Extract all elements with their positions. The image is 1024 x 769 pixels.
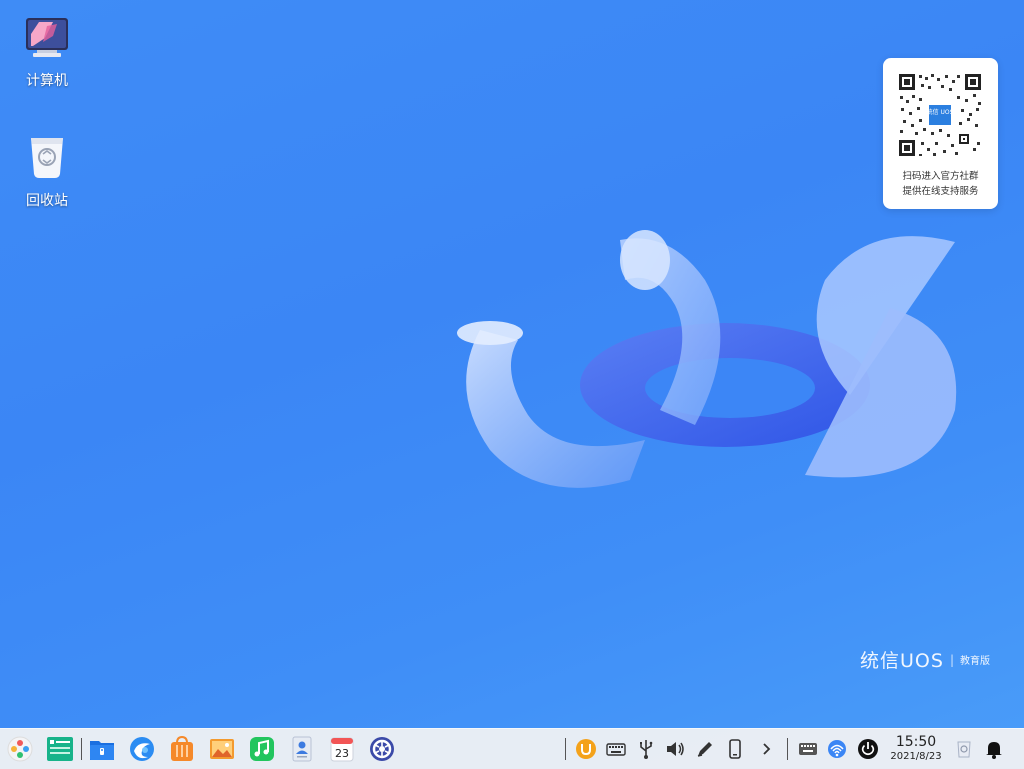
taskbar-divider bbox=[81, 738, 82, 760]
qr-code-card: 统信 UOS 扫码进入官方社群 提供在线支持服务 bbox=[883, 58, 998, 209]
taskbar-divider bbox=[565, 738, 566, 760]
music-icon bbox=[250, 737, 274, 761]
keyboard-icon bbox=[606, 743, 626, 756]
network-icon bbox=[828, 740, 846, 758]
image-viewer-icon bbox=[210, 739, 234, 759]
music-button[interactable] bbox=[247, 734, 277, 764]
usb-icon bbox=[640, 740, 653, 759]
expand-tray-button[interactable] bbox=[754, 737, 778, 761]
network-button[interactable] bbox=[825, 737, 849, 761]
app-store-button[interactable] bbox=[167, 734, 197, 764]
calendar-day: 23 bbox=[335, 747, 349, 760]
file-manager-icon bbox=[90, 741, 114, 760]
contacts-icon bbox=[292, 736, 312, 762]
phone-icon bbox=[729, 739, 741, 759]
taskbar-divider bbox=[787, 738, 788, 760]
power-icon bbox=[858, 739, 878, 759]
multitasking-icon bbox=[47, 737, 73, 761]
browser-icon bbox=[130, 737, 154, 761]
desktop-icon-label: 计算机 bbox=[26, 73, 68, 89]
calendar-icon: 23 bbox=[330, 737, 354, 762]
multitasking-button[interactable] bbox=[45, 734, 75, 764]
onscreen-keyboard-icon bbox=[799, 743, 817, 755]
qr-caption-line1: 扫码进入官方社群 bbox=[902, 171, 979, 182]
onscreen-keyboard-button[interactable] bbox=[796, 737, 820, 761]
trash-icon bbox=[23, 136, 71, 184]
volume-icon bbox=[667, 742, 684, 756]
browser-button[interactable] bbox=[127, 734, 157, 764]
brand-separator: | bbox=[949, 652, 954, 667]
trash-icon bbox=[957, 741, 971, 758]
clock-time: 15:50 bbox=[895, 734, 937, 750]
file-manager-button[interactable] bbox=[87, 734, 117, 764]
clock-date: 2021/8/23 bbox=[890, 751, 942, 762]
pen-button[interactable] bbox=[693, 737, 717, 761]
keyboard-layout-button[interactable] bbox=[604, 737, 628, 761]
desktop-icon-computer[interactable]: 计算机 bbox=[1, 16, 93, 90]
wallpaper-artwork bbox=[440, 220, 980, 510]
input-method-icon bbox=[576, 739, 596, 759]
settings-icon bbox=[370, 737, 394, 761]
power-button[interactable] bbox=[856, 737, 880, 761]
calendar-button[interactable]: 23 bbox=[327, 734, 357, 764]
bell-icon bbox=[986, 742, 1002, 759]
qr-code-icon: 统信 UOS bbox=[897, 72, 983, 158]
brand-edition: 教育版 bbox=[959, 656, 990, 667]
trash-tray-button[interactable] bbox=[952, 737, 976, 761]
desktop-icon-trash[interactable]: 回收站 bbox=[1, 136, 93, 210]
qr-center-logo: 统信 UOS bbox=[927, 108, 954, 116]
volume-button[interactable] bbox=[663, 737, 687, 761]
phone-button[interactable] bbox=[723, 737, 747, 761]
clock[interactable]: 15:50 2021/8/23 bbox=[886, 734, 946, 763]
expand-arrow-icon bbox=[763, 743, 771, 755]
usb-button[interactable] bbox=[634, 737, 658, 761]
notification-button[interactable] bbox=[982, 737, 1006, 761]
image-viewer-button[interactable] bbox=[207, 734, 237, 764]
computer-icon bbox=[23, 16, 71, 64]
qr-caption-line2: 提供在线支持服务 bbox=[902, 186, 979, 197]
os-branding: 统信UOS | 教育版 bbox=[860, 646, 990, 673]
brand-name: 统信UOS bbox=[860, 650, 944, 672]
contacts-button[interactable] bbox=[287, 734, 317, 764]
app-store-icon bbox=[171, 735, 193, 761]
input-method-button[interactable] bbox=[574, 737, 598, 761]
taskbar: 23 15:50 2021/8/23 bbox=[0, 728, 1024, 769]
pen-icon bbox=[697, 742, 712, 757]
launcher-icon bbox=[7, 736, 33, 762]
launcher-button[interactable] bbox=[5, 734, 35, 764]
settings-button[interactable] bbox=[367, 734, 397, 764]
desktop-icon-label: 回收站 bbox=[26, 193, 68, 209]
